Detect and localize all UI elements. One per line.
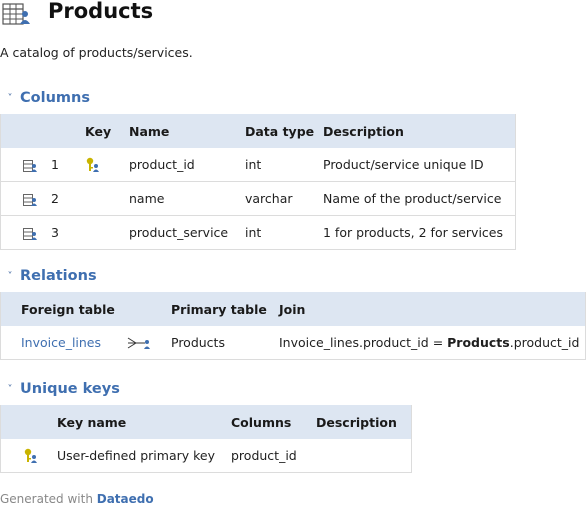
col-header-foreign-table: Foreign table: [0, 292, 127, 326]
table-row[interactable]: 3 product_service int 1 for products, 2 …: [0, 215, 516, 250]
column-name: product_id: [129, 148, 245, 182]
table-header-row: Key Name Data type Description: [0, 114, 516, 148]
column-description: Name of the product/service: [323, 181, 516, 216]
key-columns: product_id: [231, 439, 316, 473]
footer: Generated with Dataedo: [0, 492, 154, 506]
col-header-key: Key: [85, 114, 129, 148]
foreign-table-link[interactable]: Invoice_lines: [0, 326, 127, 360]
col-header-description: Description: [323, 114, 516, 148]
col-header-key-name: Key name: [57, 405, 231, 439]
table-row[interactable]: 1 product_id int Product/service unique …: [0, 148, 516, 182]
table-row[interactable]: User-defined primary key product_id: [0, 439, 412, 473]
column-data-type: int: [245, 215, 323, 250]
table-header-row: Foreign table Primary table Join: [0, 292, 586, 326]
columns-section-header[interactable]: ˅ Columns: [0, 88, 90, 108]
relations-section-header[interactable]: ˅ Relations: [0, 266, 97, 286]
col-header-icon: [0, 114, 51, 148]
page-title: Products: [48, 0, 154, 23]
column-description: 1 for products, 2 for services: [323, 215, 516, 250]
col-header-name: Name: [129, 114, 245, 148]
unique-keys-section-header[interactable]: ˅ Unique keys: [0, 379, 120, 399]
relations-table: Foreign table Primary table Join Invoice…: [0, 292, 586, 360]
page-header: Products: [0, 0, 586, 26]
col-header-join: Join: [279, 292, 586, 326]
key-description: [316, 439, 412, 473]
table-row[interactable]: 2 name varchar Name of the product/servi…: [0, 181, 516, 216]
chevron-down-icon: ˅: [7, 270, 13, 282]
col-header-description: Description: [316, 405, 412, 439]
table-row[interactable]: Invoice_lines Products Invoice_lines.pro…: [0, 326, 586, 360]
key-cell: [85, 148, 129, 182]
brand-link[interactable]: Dataedo: [97, 492, 154, 506]
column-description: Product/service unique ID: [323, 148, 516, 182]
relation-icon-cell: [127, 326, 171, 360]
col-header-relation-icon: [127, 292, 171, 326]
col-header-columns: Columns: [231, 405, 316, 439]
column-name: product_service: [129, 215, 245, 250]
col-header-num: [51, 114, 85, 148]
chevron-down-icon: ˅: [7, 92, 13, 104]
primary-table: Products: [171, 326, 279, 360]
section-title-relations: Relations: [20, 268, 97, 284]
key-cell: [0, 439, 57, 473]
column-icon: [0, 215, 51, 250]
key-icon: [24, 448, 37, 463]
row-num: 1: [51, 148, 85, 182]
many-to-one-relation-icon: [127, 337, 150, 350]
row-num: 3: [51, 215, 85, 250]
page-description: A catalog of products/services.: [0, 45, 193, 60]
key-name: User-defined primary key: [57, 439, 231, 473]
column-data-type: int: [245, 148, 323, 182]
unique-keys-table: Key name Columns Description User-define…: [0, 405, 412, 473]
column-icon: [0, 148, 51, 182]
column-name: name: [129, 181, 245, 216]
col-header-data-type: Data type: [245, 114, 323, 148]
column-data-type: varchar: [245, 181, 323, 216]
section-title-unique-keys: Unique keys: [20, 381, 120, 397]
row-num: 2: [51, 181, 85, 216]
key-icon: [86, 157, 99, 172]
column-icon: [0, 181, 51, 216]
section-title-columns: Columns: [20, 90, 90, 106]
key-cell: [85, 215, 129, 250]
key-cell: [85, 181, 129, 216]
join-expression: Invoice_lines.product_id = Products.prod…: [279, 326, 586, 360]
table-icon: [2, 3, 30, 25]
col-header-primary-table: Primary table: [171, 292, 279, 326]
chevron-down-icon: ˅: [7, 383, 13, 395]
table-header-row: Key name Columns Description: [0, 405, 412, 439]
columns-table: Key Name Data type Description 1 product…: [0, 114, 516, 250]
col-header-icon: [0, 405, 57, 439]
